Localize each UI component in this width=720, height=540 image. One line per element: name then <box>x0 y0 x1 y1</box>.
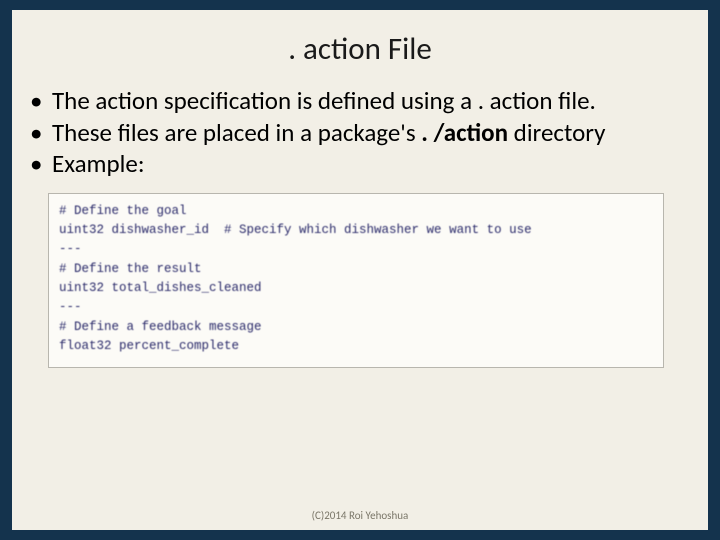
slide: . action File The action specification i… <box>12 10 708 530</box>
code-line: # Define the goal <box>59 202 653 221</box>
bullet-list: The action specification is defined usin… <box>52 86 684 179</box>
slide-title: . action File <box>12 10 708 86</box>
slide-footer: (C)2014 Roi Yehoshua <box>12 509 708 522</box>
bullet-text-post: directory <box>508 117 605 148</box>
bullet-item: Example: <box>52 149 684 179</box>
code-line: # Define a feedback message <box>59 318 653 337</box>
bullet-text-bold: . /action <box>421 117 508 148</box>
code-line: --- <box>59 298 653 317</box>
code-line: float32 percent_complete <box>59 337 653 356</box>
code-box: # Define the goal uint32 dishwasher_id #… <box>48 193 664 368</box>
bullet-text: Example: <box>52 148 145 179</box>
bullet-text-pre: These files are placed in a package's <box>52 117 421 148</box>
slide-content: The action specification is defined usin… <box>12 86 708 368</box>
code-line: uint32 total_dishes_cleaned <box>59 279 653 298</box>
bullet-item: These files are placed in a package's . … <box>52 118 684 148</box>
bullet-text: The action specification is defined usin… <box>52 85 596 116</box>
code-line: uint32 dishwasher_id # Specify which dis… <box>59 221 653 240</box>
code-line: --- <box>59 240 653 259</box>
bullet-item: The action specification is defined usin… <box>52 86 684 116</box>
code-line: # Define the result <box>59 260 653 279</box>
